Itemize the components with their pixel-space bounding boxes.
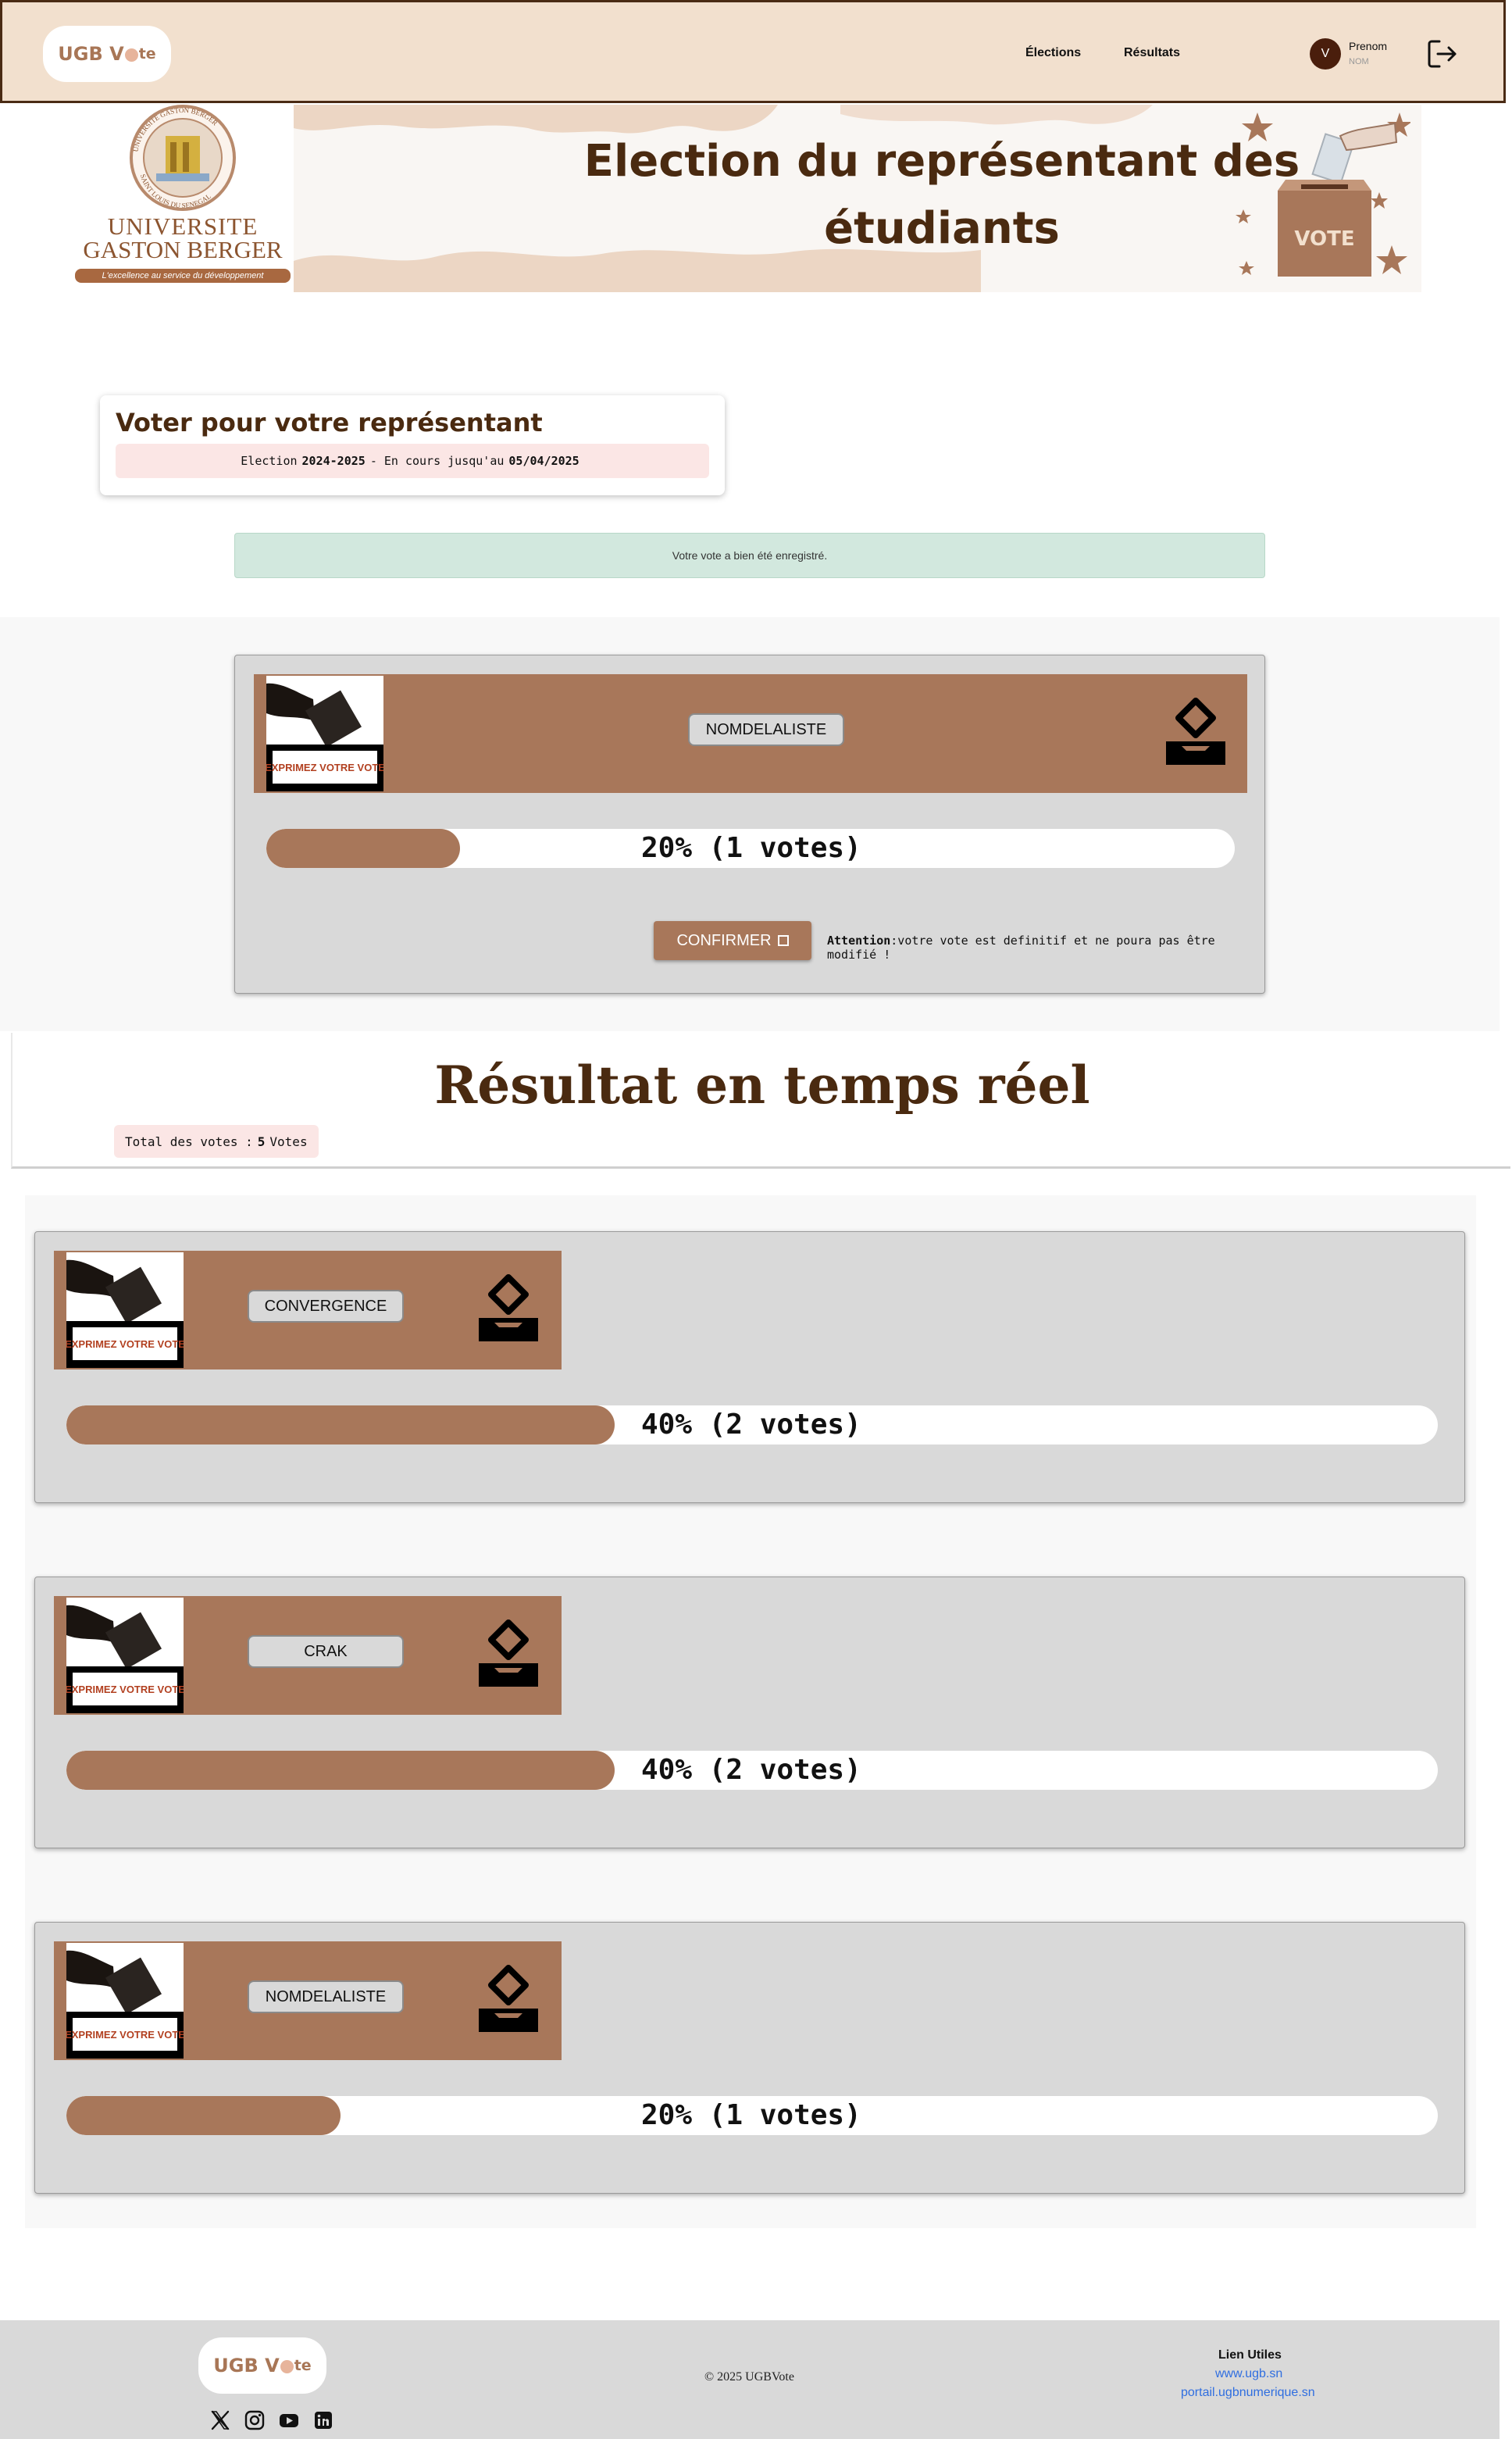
result-candidate-header: EXPRIMEZ VOTRE VOTE CONVERGENCE (54, 1251, 562, 1369)
election-banner: Election du représentant des étudiants V… (73, 105, 1421, 292)
election-status: - En cours jusqu'au (369, 454, 505, 468)
election-period: Election 2024-2025 - En cours jusqu'au 0… (116, 444, 709, 478)
results-title: Résultat en temps réel (434, 1055, 1090, 1116)
footer-links-title: Lien Utiles (1218, 2348, 1282, 2362)
vote-dot-icon (124, 48, 138, 62)
ugb-logo: UNIVERSITE GASTON BERGER SAINT LOUIS DU … (73, 105, 292, 292)
result-candidate-header: EXPRIMEZ VOTRE VOTE CRAK (54, 1596, 562, 1715)
vote-ballot-icon (1166, 698, 1225, 765)
election-label: Election (241, 454, 298, 468)
footer-link-ugb[interactable]: www.ugb.sn (1215, 2367, 1282, 2381)
result-progress-label: 40% (2 votes) (641, 1754, 861, 1786)
logo-name: GASTON BERGER (83, 236, 283, 263)
footer-brand-text: UGB V (213, 2355, 280, 2377)
total-votes-value: 5 (257, 1134, 266, 1149)
confirm-button-label: CONFIRMER (676, 931, 772, 949)
top-navbar: UGB V te Élections Résultats V Prenom NOM (0, 0, 1506, 103)
vote-ballot-icon (479, 1274, 538, 1341)
instagram-icon[interactable] (244, 2409, 266, 2431)
vote-progress-label: 20% (1 votes) (641, 832, 861, 864)
result-progress-label: 20% (1 votes) (641, 2099, 861, 2131)
linkedin-icon[interactable] (312, 2409, 334, 2431)
result-candidate-header: EXPRIMEZ VOTRE VOTE NOMDELALISTE (54, 1941, 562, 2060)
page-title: Election du représentant des étudiants (551, 128, 1332, 262)
result-progress-label: 40% (2 votes) (641, 1409, 861, 1441)
footer-brand-logo[interactable]: UGB V te (198, 2337, 326, 2394)
ballot-hand-icon: EXPRIMEZ VOTRE VOTE (66, 1252, 184, 1368)
candidate-image-text: EXPRIMEZ VOTRE VOTE (66, 1338, 184, 1350)
results-header: Résultat en temps réel Total des votes :… (11, 1033, 1510, 1169)
success-alert: Votre vote a bien été enregistré. (234, 533, 1265, 578)
candidate-image: EXPRIMEZ VOTRE VOTE (66, 1943, 184, 2059)
vote-ballot-icon (479, 1965, 538, 2032)
brand-text-end: te (138, 45, 156, 62)
youtube-icon[interactable] (278, 2409, 300, 2431)
user-first-name: Prenom (1349, 40, 1388, 52)
candidate-header: EXPRIMEZ VOTRE VOTE NOMDELALISTE (254, 674, 1247, 793)
result-candidate-name: NOMDELALISTE (248, 1980, 404, 2013)
logout-icon[interactable] (1425, 37, 1460, 71)
footer-link-portail[interactable]: portail.ugbnumerique.sn (1181, 2386, 1315, 2400)
candidate-image-text: EXPRIMEZ VOTRE VOTE (66, 2029, 184, 2041)
logo-slogan: L'excellence au service du développement (75, 269, 291, 283)
candidate-image-text: EXPRIMEZ VOTRE VOTE (66, 1684, 184, 1695)
result-card: EXPRIMEZ VOTRE VOTE CRAK 40% (2 votes) (34, 1577, 1465, 1848)
brand-text: UGB V (58, 43, 124, 65)
candidate-name: NOMDELALISTE (688, 713, 844, 746)
vote-warning: Attention:votre vote est definitif et ne… (827, 934, 1264, 962)
candidate-image-text: EXPRIMEZ VOTRE VOTE (266, 762, 383, 773)
result-progress-fill (66, 1405, 615, 1444)
vote-progress-fill (266, 829, 460, 868)
warning-label: Attention (827, 934, 891, 948)
x-icon[interactable] (209, 2409, 231, 2431)
banner-background: Election du représentant des étudiants V… (294, 105, 1421, 292)
vote-dot-icon (280, 2359, 294, 2373)
avatar[interactable]: V (1310, 38, 1341, 70)
election-end-date: 05/04/2025 (508, 454, 579, 468)
result-candidate-name: CRAK (248, 1635, 404, 1668)
total-votes-unit: Votes (269, 1134, 308, 1149)
ugb-seal-icon: UNIVERSITE GASTON BERGER SAINT LOUIS DU … (130, 105, 236, 211)
nav-elections[interactable]: Élections (1025, 46, 1081, 60)
candidate-image: EXPRIMEZ VOTRE VOTE (66, 1598, 184, 1713)
copyright: © 2025 UGBVote (704, 2370, 794, 2384)
ballot-box-illustration: VOTE (1236, 112, 1410, 277)
nav-resultats[interactable]: Résultats (1124, 46, 1180, 60)
result-card: EXPRIMEZ VOTRE VOTE NOMDELALISTE 20% (1 … (34, 1922, 1465, 2194)
title-line-2: étudiants (824, 203, 1060, 254)
election-year: 2024-2025 (301, 454, 366, 468)
confirm-button[interactable]: CONFIRMER (654, 921, 811, 960)
result-progress-fill (66, 2096, 341, 2135)
candidate-image: EXPRIMEZ VOTRE VOTE (66, 1252, 184, 1368)
ballot-hand-icon: EXPRIMEZ VOTRE VOTE (66, 1598, 184, 1713)
title-line-1: Election du représentant des (583, 136, 1300, 187)
footer: UGB V te © 2025 UGBVote Lien Utiles www.u… (0, 2320, 1500, 2439)
result-progress-fill (66, 1751, 615, 1790)
vote-card: Voter pour votre représentant Election 2… (100, 395, 725, 495)
footer-brand-text-end: te (294, 2357, 312, 2374)
ballot-box-label: VOTE (1294, 227, 1354, 251)
vote-card-title: Voter pour votre représentant (116, 408, 543, 437)
checkbox-icon (777, 935, 789, 946)
vote-candidate-card: EXPRIMEZ VOTRE VOTE NOMDELALISTE 20% (1 … (234, 655, 1265, 994)
brand-logo[interactable]: UGB V te (43, 26, 171, 82)
result-candidate-name: CONVERGENCE (248, 1290, 404, 1323)
result-card: EXPRIMEZ VOTRE VOTE CONVERGENCE 40% (2 v… (34, 1231, 1465, 1503)
total-votes-label: Total des votes : (125, 1134, 253, 1149)
vote-ballot-icon (479, 1619, 538, 1687)
candidate-image: EXPRIMEZ VOTRE VOTE (266, 676, 383, 791)
ballot-hand-icon: EXPRIMEZ VOTRE VOTE (266, 676, 383, 791)
total-votes-badge: Total des votes : 5 Votes (114, 1125, 319, 1158)
ballot-hand-icon: EXPRIMEZ VOTRE VOTE (66, 1943, 184, 2059)
user-last-name: NOM (1349, 57, 1369, 66)
